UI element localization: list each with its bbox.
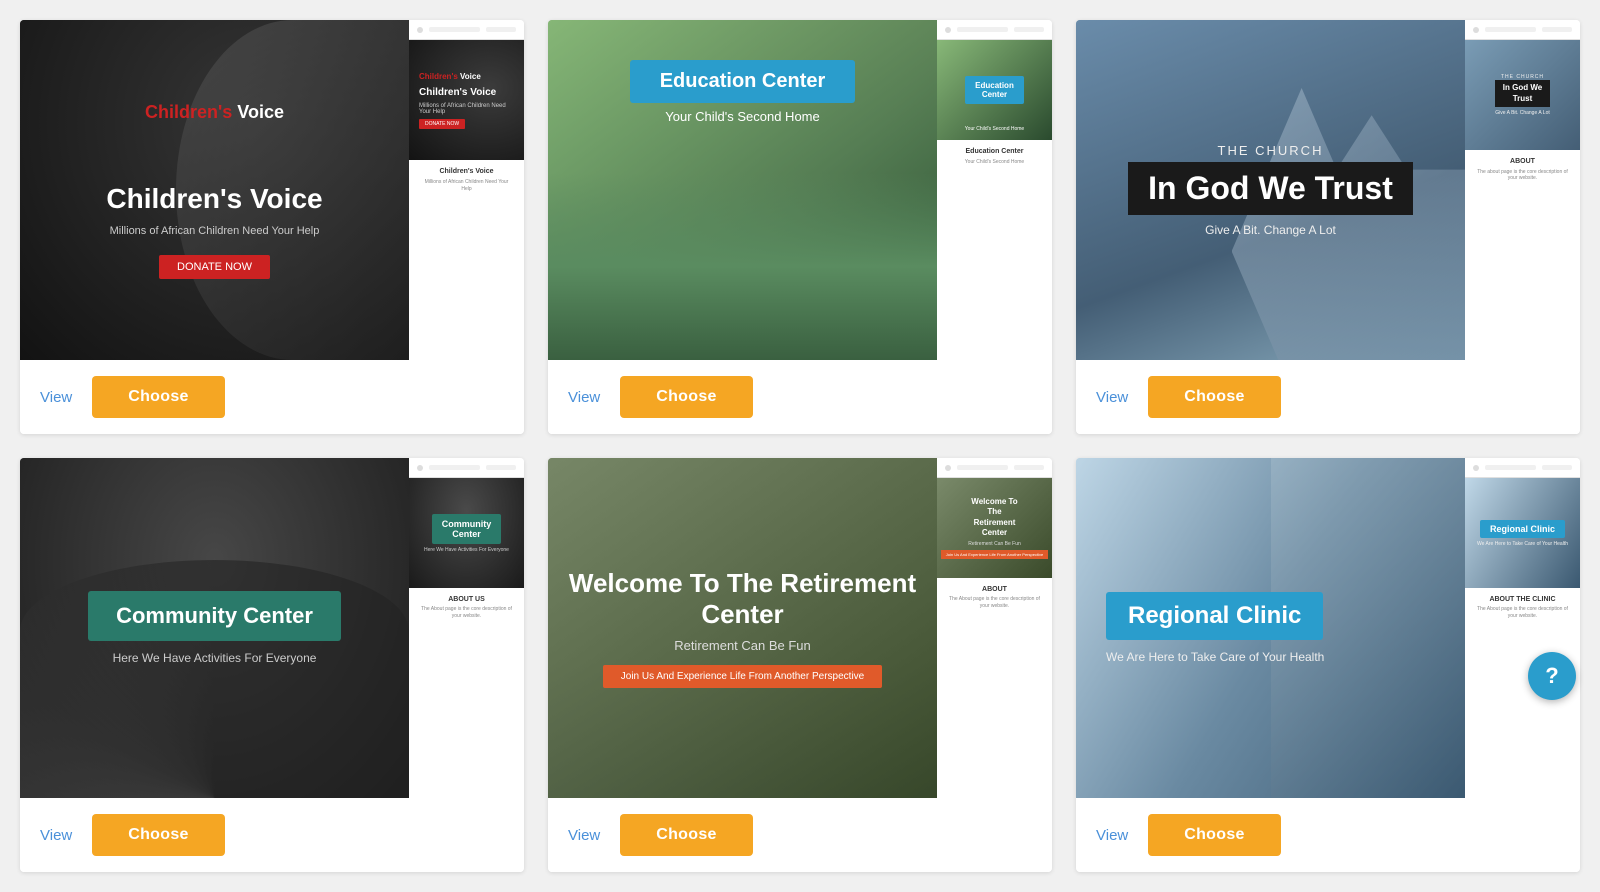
- rc-mobile-title: Welcome ToTheRetirementCenter: [971, 497, 1017, 539]
- ec-tagline: Your Child's Second Home: [665, 109, 819, 124]
- card-preview: Education Center Your Child's Second Hom…: [548, 20, 1052, 360]
- lc-mobile-title: In God WeTrust: [1495, 80, 1550, 107]
- card-local-church: THE CHURCH In God We Trust Give A Bit. C…: [1076, 20, 1580, 434]
- card-preview: Children's Voice Children's Voice Millio…: [20, 20, 524, 360]
- choose-button[interactable]: Choose: [92, 376, 224, 418]
- card-preview: THE CHURCH In God We Trust Give A Bit. C…: [1076, 20, 1580, 360]
- main-preview: Welcome To The Retirement Center Retirem…: [548, 458, 937, 798]
- ec-mobile-text: Your Child's Second Home: [945, 159, 1044, 166]
- ec-mobile-section-title: Education Center: [945, 148, 1044, 155]
- cv-subtitle-main: Millions of African Children Need Your H…: [106, 225, 322, 237]
- rgc-badge: Regional Clinic: [1106, 592, 1323, 640]
- rc-title: Welcome To The Retirement Center: [568, 568, 917, 630]
- rgc-tagline: We Are Here to Take Care of Your Health: [1106, 650, 1324, 664]
- card-preview: Community Center Here We Have Activities…: [20, 458, 524, 798]
- rc-cta-button[interactable]: Join Us And Experience Life From Another…: [603, 665, 882, 688]
- cc-mobile-text: The About page is the core description o…: [417, 606, 516, 620]
- rgc-mobile-badge: Regional Clinic: [1480, 520, 1565, 538]
- mobile-preview: Welcome ToTheRetirementCenter Retirement…: [937, 458, 1052, 798]
- cc-mobile-tagline: Here We Have Activities For Everyone: [424, 547, 509, 553]
- choose-button[interactable]: Choose: [620, 376, 752, 418]
- help-button[interactable]: ?: [1528, 652, 1576, 700]
- mobile-preview: CommunityCenter Here We Have Activities …: [409, 458, 524, 798]
- cc-mobile-section-title: ABOUT US: [417, 596, 516, 603]
- choose-button[interactable]: Choose: [1148, 376, 1280, 418]
- template-grid: Children's Voice Children's Voice Millio…: [20, 20, 1580, 872]
- card-preview: Regional Clinic We Are Here to Take Care…: [1076, 458, 1580, 798]
- mobile-preview: THE CHURCH In God WeTrust Give A Bit. Ch…: [1465, 20, 1580, 360]
- view-link[interactable]: View: [1096, 827, 1128, 844]
- main-preview: Regional Clinic We Are Here to Take Care…: [1076, 458, 1465, 798]
- card-preview: Welcome To The Retirement Center Retirem…: [548, 458, 1052, 798]
- card-actions: View Choose: [20, 798, 524, 872]
- card-actions: View Choose: [20, 360, 524, 434]
- card-actions: View Choose: [1076, 798, 1580, 872]
- rc-mobile-text: The About page is the core description o…: [945, 596, 1044, 610]
- card-community-center: Community Center Here We Have Activities…: [20, 458, 524, 872]
- lc-mobile-section-title: ABOUT: [1473, 158, 1572, 165]
- card-education-center: Education Center Your Child's Second Hom…: [548, 20, 1052, 434]
- choose-button[interactable]: Choose: [620, 814, 752, 856]
- rc-mobile-tagline: Retirement Can Be Fun: [968, 541, 1021, 547]
- lc-mobile-tagline: Give A Bit. Change A Lot: [1495, 110, 1549, 116]
- rgc-mobile-section-title: ABOUT THE CLINIC: [1473, 596, 1572, 603]
- lc-tagline: Give A Bit. Change A Lot: [1128, 223, 1413, 237]
- main-preview: Education Center Your Child's Second Hom…: [548, 20, 937, 360]
- cv-logo-main: Children's Voice: [106, 102, 322, 123]
- cv-mobile-title: Children's Voice: [419, 87, 496, 99]
- cv-mobile-sub: Millions of African Children Need Your H…: [419, 103, 514, 115]
- ec-mobile-badge: EducationCenter: [965, 76, 1024, 104]
- view-link[interactable]: View: [40, 827, 72, 844]
- main-preview: Community Center Here We Have Activities…: [20, 458, 409, 798]
- card-regional-clinic: Regional Clinic We Are Here to Take Care…: [1076, 458, 1580, 872]
- mobile-preview: EducationCenter Your Child's Second Home…: [937, 20, 1052, 360]
- lc-title: In God We Trust: [1128, 162, 1413, 215]
- cv-donate-button[interactable]: DONATE NOW: [159, 255, 270, 279]
- choose-button[interactable]: Choose: [92, 814, 224, 856]
- cv-title-main: Children's Voice: [106, 183, 322, 215]
- view-link[interactable]: View: [568, 827, 600, 844]
- card-actions: View Choose: [1076, 360, 1580, 434]
- cv-mobile-donate-button[interactable]: DONATE NOW: [419, 119, 465, 129]
- card-actions: View Choose: [548, 798, 1052, 872]
- rc-mobile-section-title: ABOUT: [945, 586, 1044, 593]
- choose-button[interactable]: Choose: [1148, 814, 1280, 856]
- rc-tagline: Retirement Can Be Fun: [568, 638, 917, 653]
- cc-mobile-badge: CommunityCenter: [432, 514, 502, 544]
- lc-subtitle: THE CHURCH: [1128, 143, 1413, 158]
- rc-mobile-cta-button[interactable]: Join Us And Experience Life From Another…: [941, 550, 1048, 559]
- view-link[interactable]: View: [40, 389, 72, 406]
- cv-mobile-text: Millions of African Children Need Your H…: [419, 179, 514, 193]
- card-retirement-centers: Welcome To The Retirement Center Retirem…: [548, 458, 1052, 872]
- ec-badge: Education Center: [630, 60, 856, 103]
- lc-mobile-text: The about page is the core description o…: [1473, 169, 1572, 181]
- mobile-preview: Regional Clinic We Are Here to Take Care…: [1465, 458, 1580, 798]
- rgc-mobile-tagline: We Are Here to Take Care of Your Health: [1477, 541, 1568, 547]
- card-childrens-voice: Children's Voice Children's Voice Millio…: [20, 20, 524, 434]
- cv-mobile-section-title: Children's Voice: [419, 168, 514, 175]
- view-link[interactable]: View: [568, 389, 600, 406]
- ec-mobile-tagline: Your Child's Second Home: [965, 126, 1024, 132]
- mobile-preview: Children's Voice Children's Voice Millio…: [409, 20, 524, 360]
- cc-badge: Community Center: [88, 591, 341, 641]
- rgc-mobile-text: The About page is the core description o…: [1473, 606, 1572, 620]
- main-preview: THE CHURCH In God We Trust Give A Bit. C…: [1076, 20, 1465, 360]
- view-link[interactable]: View: [1096, 389, 1128, 406]
- card-actions: View Choose: [548, 360, 1052, 434]
- main-preview: Children's Voice Children's Voice Millio…: [20, 20, 409, 360]
- cc-tagline: Here We Have Activities For Everyone: [88, 651, 341, 665]
